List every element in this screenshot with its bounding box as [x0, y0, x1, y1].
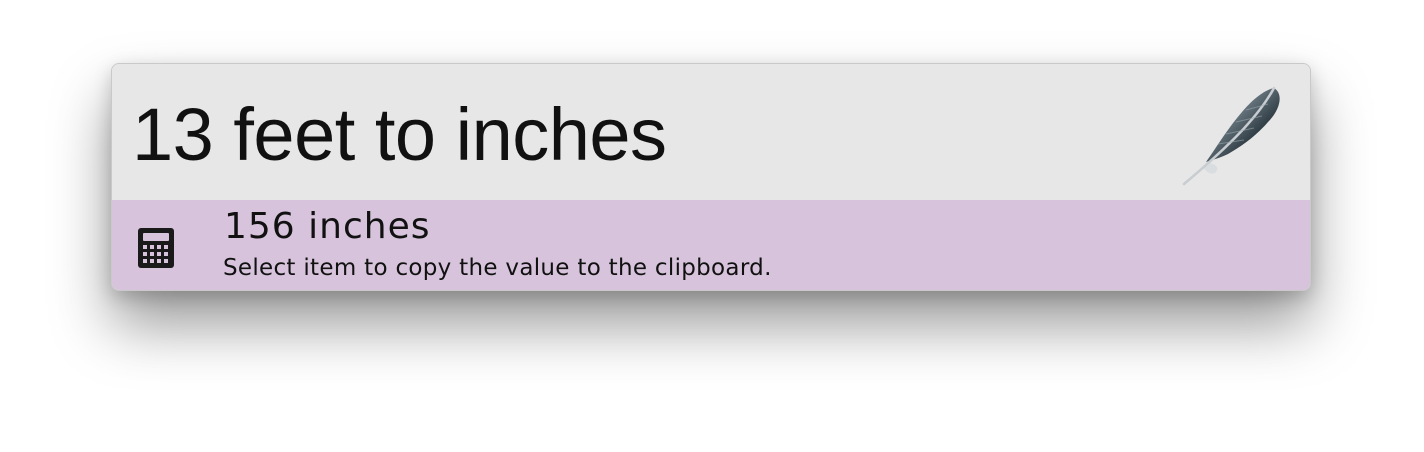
- query-input[interactable]: [132, 88, 1152, 180]
- result-item[interactable]: 156 inches Select item to copy the value…: [112, 200, 1310, 290]
- calculator-icon: [138, 228, 174, 268]
- launcher-window: 156 inches Select item to copy the value…: [111, 63, 1311, 291]
- feather-icon: [1182, 86, 1280, 186]
- result-title: 156 inches: [224, 206, 431, 247]
- query-bar: [112, 64, 1310, 200]
- result-subtitle: Select item to copy the value to the cli…: [223, 255, 772, 281]
